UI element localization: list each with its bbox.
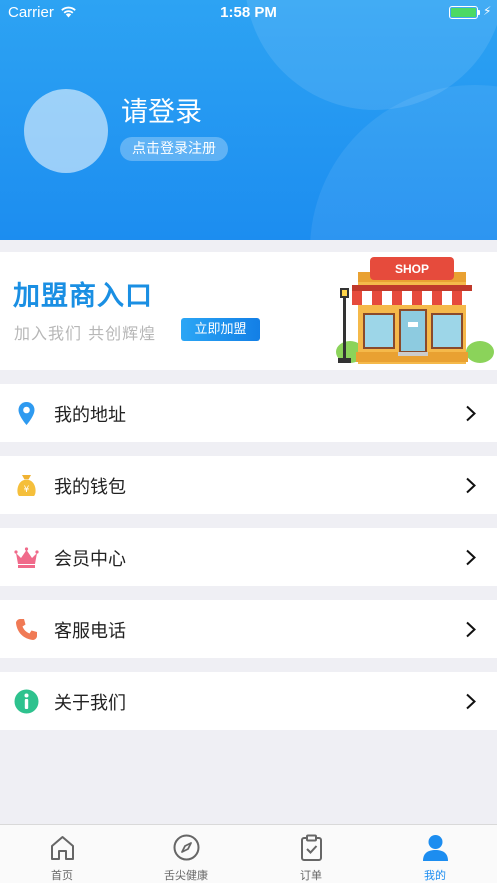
menu-label: 会员中心 [54, 549, 126, 570]
tab-healthy-eating[interactable]: 舌尖健康 [124, 825, 248, 883]
info-icon [14, 689, 39, 714]
login-title[interactable]: 请登录 [121, 90, 202, 129]
compass-icon [173, 834, 200, 861]
awning-stripe [362, 291, 372, 305]
tab-label: 舌尖健康 [164, 869, 208, 882]
clock: 1:58 PM [220, 4, 277, 21]
awning-stripe [352, 291, 362, 305]
menu-item-wallet[interactable]: ¥ 我的钱包 [0, 456, 497, 514]
decor-circle [310, 85, 497, 240]
franchise-title: 加盟商入口 [13, 281, 153, 312]
clipboard-icon [301, 834, 322, 861]
battery-icon [449, 6, 478, 19]
awning-stripe [462, 291, 472, 305]
shop-illustration: SHOP [336, 257, 494, 364]
chevron-right-icon [466, 405, 476, 422]
login-register-button[interactable]: 点击登录注册 [120, 137, 228, 161]
profile-header: Carrier 1:58 PM ⚡ 请登录 点击登录注册 [0, 0, 497, 240]
tab-label: 我的 [424, 869, 446, 882]
menu-label: 关于我们 [54, 693, 126, 714]
chevron-right-icon [466, 621, 476, 638]
awning-stripe [382, 291, 392, 305]
awning-stripe [442, 291, 452, 305]
phone-icon [16, 619, 37, 640]
menu-item-membership[interactable]: 会员中心 [0, 528, 497, 586]
location-pin-icon [18, 402, 35, 425]
join-now-button[interactable]: 立即加盟 [181, 318, 260, 341]
home-icon [51, 836, 74, 860]
awning-stripe [392, 291, 402, 305]
franchise-subtitle: 加入我们 共创辉煌 [14, 324, 157, 343]
chevron-right-icon [466, 477, 476, 494]
awning-stripe [452, 291, 462, 305]
tab-label: 首页 [51, 869, 73, 882]
tab-label: 订单 [300, 869, 322, 882]
awning-stripe [372, 291, 382, 305]
awning-stripe [422, 291, 432, 305]
menu-item-about[interactable]: 关于我们 [0, 672, 497, 730]
money-bag-icon: ¥ [17, 475, 36, 496]
awning-stripe [432, 291, 442, 305]
battery-cap [478, 10, 480, 15]
svg-text:¥: ¥ [24, 485, 30, 495]
menu-item-address[interactable]: 我的地址 [0, 384, 497, 442]
menu-label: 我的钱包 [54, 477, 126, 498]
tab-home[interactable]: 首页 [0, 825, 124, 883]
chevron-right-icon [466, 549, 476, 566]
avatar[interactable] [24, 89, 108, 173]
charging-icon: ⚡ [483, 4, 492, 18]
awning-stripe [412, 291, 422, 305]
status-bar: Carrier 1:58 PM ⚡ [0, 0, 497, 26]
tab-bar: 首页 舌尖健康 订单 我的 [0, 824, 497, 883]
user-icon [423, 835, 448, 861]
shop-sign-text: SHOP [395, 262, 429, 276]
tab-orders[interactable]: 订单 [249, 825, 373, 883]
menu-item-customer-service[interactable]: 客服电话 [0, 600, 497, 658]
menu-label: 我的地址 [54, 405, 126, 426]
crown-icon [14, 547, 39, 568]
awning-stripe [402, 291, 412, 305]
chevron-right-icon [466, 693, 476, 710]
menu-label: 客服电话 [54, 621, 126, 642]
tab-mine[interactable]: 我的 [373, 825, 497, 883]
